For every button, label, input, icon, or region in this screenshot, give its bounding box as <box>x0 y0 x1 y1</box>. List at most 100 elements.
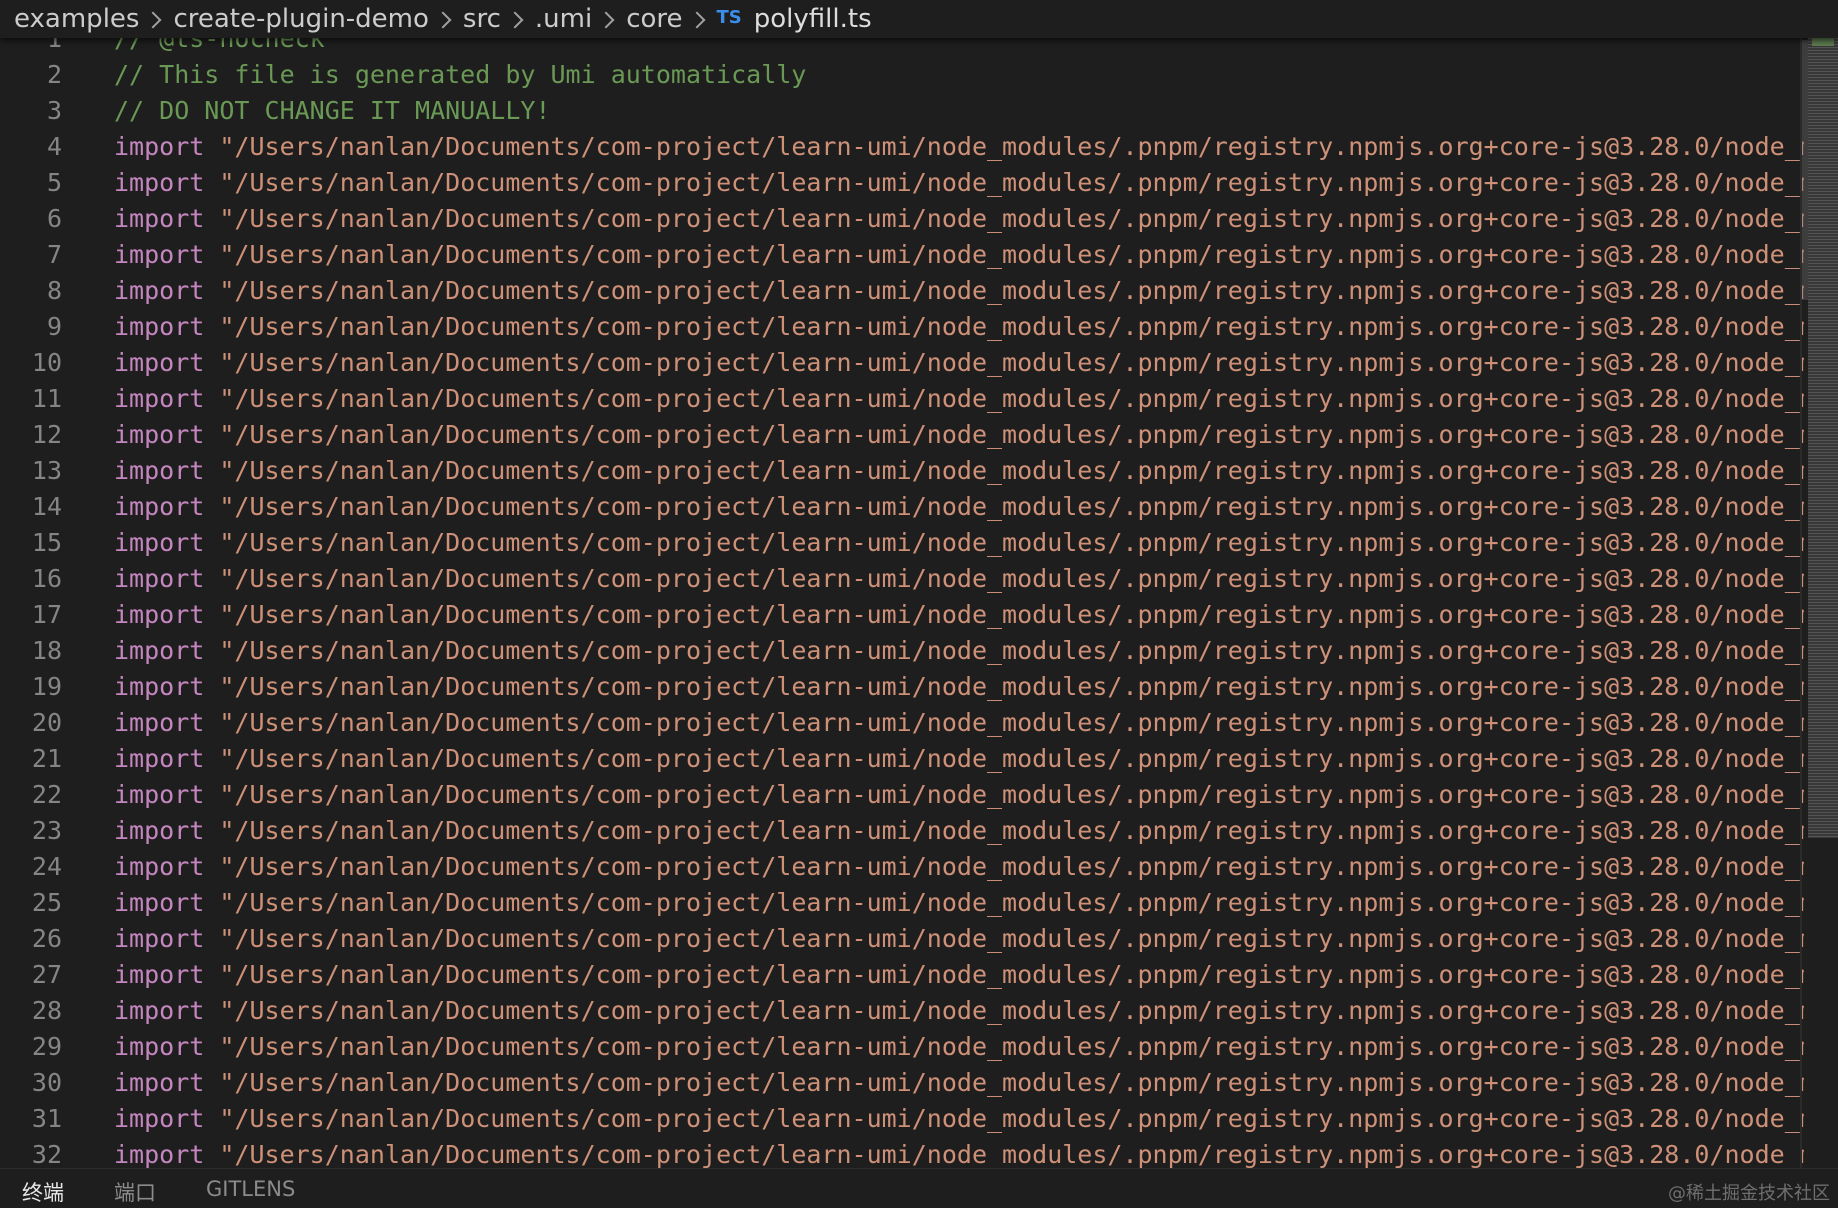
line-number: 27 <box>31 960 62 989</box>
line-code: import "/Users/nanlan/Documents/com-proj… <box>114 273 1804 309</box>
code-lines[interactable]: 1// @ts-nocheck 2// This file is generate… <box>0 21 1808 1168</box>
line-code: import "/Users/nanlan/Documents/com-proj… <box>114 957 1804 993</box>
line-number: 16 <box>31 564 62 593</box>
code-line[interactable]: 18 import "/Users/nanlan/Documents/com-pr… <box>0 633 1808 669</box>
line-number: 20 <box>31 708 62 737</box>
string-token: "/Users/nanlan/Documents/com-project/lea… <box>219 816 1804 845</box>
line-number: 28 <box>31 996 62 1025</box>
keyword-token: import <box>114 708 205 737</box>
line-code: import "/Users/nanlan/Documents/com-proj… <box>114 849 1804 885</box>
code-line[interactable]: 5 import "/Users/nanlan/Documents/com-pro… <box>0 165 1808 201</box>
line-number: 14 <box>31 492 62 521</box>
code-line[interactable]: 7 import "/Users/nanlan/Documents/com-pro… <box>0 237 1808 273</box>
breadcrumb-item-examples[interactable]: examples <box>14 4 139 34</box>
string-token: "/Users/nanlan/Documents/com-project/lea… <box>219 348 1804 377</box>
chevron-right-icon <box>691 12 705 26</box>
code-line[interactable]: 19 import "/Users/nanlan/Documents/com-pr… <box>0 669 1808 705</box>
string-token: "/Users/nanlan/Documents/com-project/lea… <box>219 744 1804 773</box>
line-code: import "/Users/nanlan/Documents/com-proj… <box>114 921 1804 957</box>
keyword-token: import <box>114 600 205 629</box>
keyword-token: import <box>114 348 205 377</box>
line-code: import "/Users/nanlan/Documents/com-proj… <box>114 705 1804 741</box>
code-line[interactable]: 26 import "/Users/nanlan/Documents/com-pr… <box>0 921 1808 957</box>
line-number: 6 <box>46 204 62 233</box>
code-line[interactable]: 3 // DO NOT CHANGE IT MANUALLY! <box>0 93 1808 129</box>
code-line[interactable]: 22 import "/Users/nanlan/Documents/com-pr… <box>0 777 1808 813</box>
line-number: 31 <box>31 1104 62 1133</box>
code-line[interactable]: 9 import "/Users/nanlan/Documents/com-pro… <box>0 309 1808 345</box>
code-line[interactable]: 32 import "/Users/nanlan/Documents/com-pr… <box>0 1137 1808 1168</box>
code-line[interactable]: 10 import "/Users/nanlan/Documents/com-pr… <box>0 345 1808 381</box>
line-number: 3 <box>46 96 62 125</box>
line-code: import "/Users/nanlan/Documents/com-proj… <box>114 1137 1804 1168</box>
line-number: 26 <box>31 924 62 953</box>
code-line[interactable]: 20 import "/Users/nanlan/Documents/com-pr… <box>0 705 1808 741</box>
code-line[interactable]: 14 import "/Users/nanlan/Documents/com-pr… <box>0 489 1808 525</box>
code-line[interactable]: 21 import "/Users/nanlan/Documents/com-pr… <box>0 741 1808 777</box>
code-line[interactable]: 13 import "/Users/nanlan/Documents/com-pr… <box>0 453 1808 489</box>
keyword-token: import <box>114 996 205 1025</box>
keyword-token: import <box>114 888 205 917</box>
keyword-token: import <box>114 384 205 413</box>
tab-terminal[interactable]: 终端 <box>22 1177 64 1207</box>
line-number: 9 <box>46 312 62 341</box>
string-token: "/Users/nanlan/Documents/com-project/lea… <box>219 1140 1804 1168</box>
breadcrumb-item-core[interactable]: core <box>626 4 682 34</box>
keyword-token: import <box>114 420 205 449</box>
line-code: import "/Users/nanlan/Documents/com-proj… <box>114 1065 1804 1101</box>
string-token: "/Users/nanlan/Documents/com-project/lea… <box>219 996 1804 1025</box>
code-line[interactable]: 16 import "/Users/nanlan/Documents/com-pr… <box>0 561 1808 597</box>
line-code: import "/Users/nanlan/Documents/com-proj… <box>114 633 1804 669</box>
string-token: "/Users/nanlan/Documents/com-project/lea… <box>219 168 1804 197</box>
line-code: import "/Users/nanlan/Documents/com-proj… <box>114 741 1804 777</box>
code-editor[interactable]: 1// @ts-nocheck 2// This file is generate… <box>0 0 1808 1168</box>
keyword-token: import <box>114 132 205 161</box>
breadcrumb-item-create-plugin-demo[interactable]: create-plugin-demo <box>173 4 428 34</box>
code-line[interactable]: 30 import "/Users/nanlan/Documents/com-pr… <box>0 1065 1808 1101</box>
line-number: 4 <box>46 132 62 161</box>
code-line[interactable]: 31 import "/Users/nanlan/Documents/com-pr… <box>0 1101 1808 1137</box>
code-line[interactable]: 17 import "/Users/nanlan/Documents/com-pr… <box>0 597 1808 633</box>
string-token: "/Users/nanlan/Documents/com-project/lea… <box>219 600 1804 629</box>
code-line[interactable]: 11 import "/Users/nanlan/Documents/com-pr… <box>0 381 1808 417</box>
minimap-comment-marker <box>1812 38 1834 46</box>
line-number: 13 <box>31 456 62 485</box>
code-line[interactable]: 25 import "/Users/nanlan/Documents/com-pr… <box>0 885 1808 921</box>
string-token: "/Users/nanlan/Documents/com-project/lea… <box>219 924 1804 953</box>
line-code: import "/Users/nanlan/Documents/com-proj… <box>114 129 1804 165</box>
breadcrumb-item-file[interactable]: polyfill.ts <box>754 4 872 34</box>
string-token: "/Users/nanlan/Documents/com-project/lea… <box>219 312 1804 341</box>
string-token: "/Users/nanlan/Documents/com-project/lea… <box>219 528 1804 557</box>
breadcrumb-item-src[interactable]: src <box>463 4 501 34</box>
code-line[interactable]: 6 import "/Users/nanlan/Documents/com-pro… <box>0 201 1808 237</box>
code-line[interactable]: 12 import "/Users/nanlan/Documents/com-pr… <box>0 417 1808 453</box>
code-line[interactable]: 29 import "/Users/nanlan/Documents/com-pr… <box>0 1029 1808 1065</box>
tab-gitlens[interactable]: GITLENS <box>206 1177 295 1201</box>
line-number: 8 <box>46 276 62 305</box>
string-token: "/Users/nanlan/Documents/com-project/lea… <box>219 456 1804 485</box>
code-line[interactable]: 24 import "/Users/nanlan/Documents/com-pr… <box>0 849 1808 885</box>
typescript-file-icon: TS <box>716 6 742 28</box>
string-token: "/Users/nanlan/Documents/com-project/lea… <box>219 240 1804 269</box>
breadcrumb-item-umi[interactable]: .umi <box>535 4 592 34</box>
line-code: import "/Users/nanlan/Documents/com-proj… <box>114 489 1804 525</box>
code-line[interactable]: 2 // This file is generated by Umi automa… <box>0 57 1808 93</box>
line-number: 17 <box>31 600 62 629</box>
code-line[interactable]: 4 import "/Users/nanlan/Documents/com-pro… <box>0 129 1808 165</box>
line-code: import "/Users/nanlan/Documents/com-proj… <box>114 777 1804 813</box>
keyword-token: import <box>114 672 205 701</box>
line-number: 12 <box>31 420 62 449</box>
code-line[interactable]: 23 import "/Users/nanlan/Documents/com-pr… <box>0 813 1808 849</box>
code-line[interactable]: 28 import "/Users/nanlan/Documents/com-pr… <box>0 993 1808 1029</box>
tab-ports[interactable]: 端口 <box>114 1177 156 1207</box>
code-line[interactable]: 15 import "/Users/nanlan/Documents/com-pr… <box>0 525 1808 561</box>
minimap[interactable] <box>1808 38 1838 838</box>
code-line[interactable]: 27 import "/Users/nanlan/Documents/com-pr… <box>0 957 1808 993</box>
chevron-right-icon <box>509 12 523 26</box>
keyword-token: import <box>114 1104 205 1133</box>
string-token: "/Users/nanlan/Documents/com-project/lea… <box>219 276 1804 305</box>
string-token: "/Users/nanlan/Documents/com-project/lea… <box>219 1068 1804 1097</box>
chevron-right-icon <box>437 12 451 26</box>
line-number: 18 <box>31 636 62 665</box>
code-line[interactable]: 8 import "/Users/nanlan/Documents/com-pro… <box>0 273 1808 309</box>
